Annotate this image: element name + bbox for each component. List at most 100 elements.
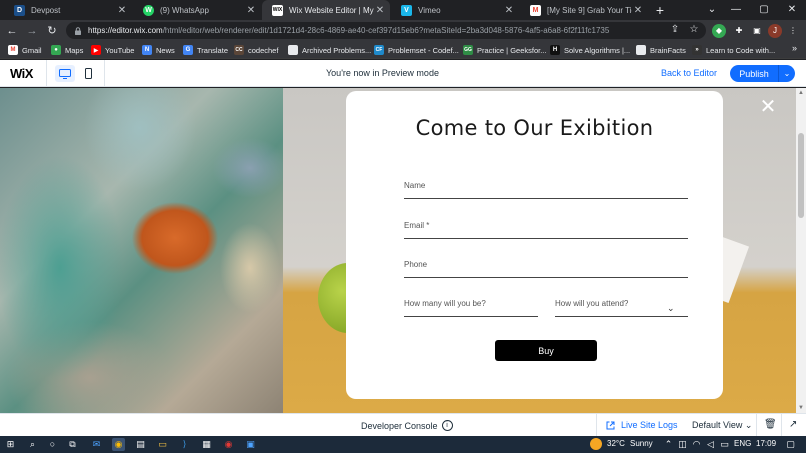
forward-arrow-icon[interactable]: → bbox=[24, 23, 40, 39]
app-icon[interactable]: ▣ bbox=[244, 438, 257, 451]
desktop-view-button[interactable] bbox=[55, 65, 75, 82]
default-view-dropdown[interactable]: Default View ⌄ bbox=[692, 420, 752, 431]
scroll-down-icon[interactable]: ▼ bbox=[796, 403, 806, 413]
divider bbox=[104, 60, 105, 87]
phone-field[interactable]: Phone bbox=[404, 254, 688, 282]
star-icon[interactable]: ☆ bbox=[687, 23, 701, 37]
lock-icon bbox=[75, 26, 81, 35]
profile-avatar[interactable]: J bbox=[768, 24, 782, 38]
clock[interactable]: 17:09 bbox=[756, 439, 776, 448]
terminal-icon[interactable]: ▤ bbox=[134, 438, 147, 451]
mobile-view-button[interactable] bbox=[80, 65, 96, 82]
wifi-icon[interactable]: ◠ bbox=[690, 438, 703, 451]
bookmark-news[interactable]: N News bbox=[142, 43, 175, 57]
file-explorer-icon[interactable]: ▭ bbox=[156, 438, 169, 451]
menu-dots-icon[interactable]: ⋮ bbox=[786, 24, 800, 38]
page-scrollbar[interactable]: ▲ ▼ bbox=[796, 88, 806, 413]
tab-vimeo[interactable]: V Vimeo ✕ bbox=[391, 0, 519, 20]
bookmarks-more-icon[interactable]: » bbox=[792, 43, 797, 53]
people-icon[interactable]: ⌃ bbox=[662, 438, 675, 451]
mail-app-icon[interactable]: ✉ bbox=[90, 438, 103, 451]
app-icon[interactable]: ▦ bbox=[200, 438, 213, 451]
page-icon bbox=[288, 45, 298, 55]
external-link-icon bbox=[606, 421, 615, 429]
site-preview-canvas: Come to Our Exibition Name Email * Phone… bbox=[0, 88, 796, 413]
tab-label: Wix Website Editor | My Site bbox=[289, 5, 374, 15]
new-tab-icon[interactable]: + bbox=[652, 2, 668, 18]
whatsapp-icon: W bbox=[143, 4, 154, 16]
close-icon[interactable]: ✕ bbox=[503, 5, 515, 16]
vscode-icon[interactable]: ⟩ bbox=[178, 438, 191, 451]
tab-wix-editor[interactable]: WIX Wix Website Editor | My Site ✕ bbox=[262, 0, 390, 20]
language-indicator[interactable]: ENG bbox=[734, 439, 751, 448]
notifications-icon[interactable]: ▢ bbox=[784, 438, 797, 451]
tab-whatsapp[interactable]: W (9) WhatsApp ✕ bbox=[133, 0, 261, 20]
close-icon[interactable]: ✕ bbox=[758, 97, 778, 117]
live-site-logs-link[interactable]: Live Site Logs bbox=[606, 420, 678, 430]
scroll-up-icon[interactable]: ▲ bbox=[796, 88, 806, 98]
bookmark-archived-problems[interactable]: Archived Problems... bbox=[288, 43, 371, 57]
bookmark-brainfacts[interactable]: BrainFacts bbox=[636, 43, 686, 57]
name-field[interactable]: Name bbox=[404, 175, 688, 203]
sidebar-icon[interactable]: ▣ bbox=[750, 24, 764, 38]
maximize-icon[interactable]: ▢ bbox=[750, 0, 778, 20]
network-icon[interactable]: ◫ bbox=[676, 438, 689, 451]
gmail-icon: M bbox=[530, 4, 541, 16]
bookmarks-bar: M Gmail ● Maps ▶ YouTube N News G Translate C… bbox=[0, 41, 806, 59]
bookmark-geeksforgeeks[interactable]: GG Practice | Geeksfor... bbox=[463, 43, 546, 57]
battery-icon[interactable]: ▭ bbox=[718, 438, 731, 451]
share-icon[interactable]: ⇪ bbox=[668, 23, 682, 37]
attendance-dropdown[interactable]: How will you attend? ⌄ bbox=[555, 293, 688, 321]
wix-preview-bar: WiX You're now in Preview mode Back to E… bbox=[0, 60, 806, 87]
painting-image bbox=[0, 88, 283, 413]
info-icon[interactable]: i bbox=[441, 420, 453, 431]
trash-icon[interactable]: 🗑 bbox=[764, 419, 777, 432]
back-arrow-icon[interactable]: ← bbox=[4, 23, 20, 39]
publish-button[interactable]: Publish ⌄ bbox=[730, 65, 795, 82]
weather-status: Sunny bbox=[630, 439, 653, 448]
form-title: Come to Our Exibition bbox=[415, 116, 654, 140]
email-label: Email * bbox=[404, 221, 430, 230]
address-bar[interactable]: https://editor.wix.com/html/editor/web/r… bbox=[66, 22, 706, 39]
chrome-icon[interactable]: ◉ bbox=[112, 438, 125, 451]
close-icon[interactable]: ✕ bbox=[632, 5, 644, 16]
extension-icon[interactable]: ◆ bbox=[712, 24, 726, 38]
cortana-icon[interactable]: ○ bbox=[46, 438, 59, 451]
close-icon[interactable]: ✕ bbox=[245, 5, 257, 16]
bookmark-maps[interactable]: ● Maps bbox=[51, 43, 83, 57]
record-icon[interactable]: ◉ bbox=[222, 438, 235, 451]
minimize-icon[interactable]: — bbox=[722, 0, 750, 20]
divider bbox=[781, 414, 782, 437]
buy-button[interactable]: Buy bbox=[495, 340, 597, 361]
bookmark-codeforces[interactable]: CF Problemset - Codef... bbox=[374, 43, 459, 57]
expand-icon[interactable]: ↗ bbox=[789, 419, 801, 432]
window-close-icon[interactable]: ✕ bbox=[778, 0, 806, 20]
tab-devpost[interactable]: D Devpost ✕ bbox=[4, 0, 132, 20]
field-underline bbox=[404, 198, 688, 199]
temperature: 32°C bbox=[607, 439, 625, 448]
tab-gmail[interactable]: M [My Site 9] Grab Your Ticket ✕ bbox=[520, 0, 648, 20]
bookmark-hackerrank[interactable]: H Solve Algorithms |... bbox=[550, 43, 630, 57]
email-field[interactable]: Email * bbox=[404, 215, 688, 243]
back-to-editor-link[interactable]: Back to Editor bbox=[661, 68, 717, 78]
reload-icon[interactable]: ↻ bbox=[44, 23, 60, 39]
divider bbox=[596, 414, 597, 437]
volume-icon[interactable]: ◁ bbox=[704, 438, 717, 451]
bookmark-translate[interactable]: G Translate bbox=[183, 43, 228, 57]
task-view-icon[interactable]: ⧉ bbox=[66, 438, 79, 451]
guest-count-field[interactable]: How many will you be? bbox=[404, 293, 538, 321]
bookmark-learn-to-code[interactable]: » Learn to Code with... bbox=[692, 43, 775, 57]
windows-start-icon[interactable]: ⊞ bbox=[4, 438, 17, 451]
scroll-thumb[interactable] bbox=[798, 133, 804, 218]
youtube-icon: ▶ bbox=[91, 45, 101, 55]
bookmark-gmail[interactable]: M Gmail bbox=[8, 43, 42, 57]
ticket-form-lightbox: Come to Our Exibition Name Email * Phone… bbox=[346, 91, 723, 399]
bookmark-youtube[interactable]: ▶ YouTube bbox=[91, 43, 134, 57]
close-icon[interactable]: ✕ bbox=[116, 5, 128, 16]
close-icon[interactable]: ✕ bbox=[374, 5, 386, 16]
chevron-down-icon[interactable]: ⌄ bbox=[779, 69, 795, 78]
developer-console-toggle[interactable]: Developer Console i bbox=[361, 420, 453, 431]
puzzle-icon[interactable]: ✚ bbox=[732, 24, 746, 38]
search-icon[interactable]: ⌕ bbox=[26, 438, 39, 451]
bookmark-codechef[interactable]: CC codechef bbox=[234, 43, 278, 57]
